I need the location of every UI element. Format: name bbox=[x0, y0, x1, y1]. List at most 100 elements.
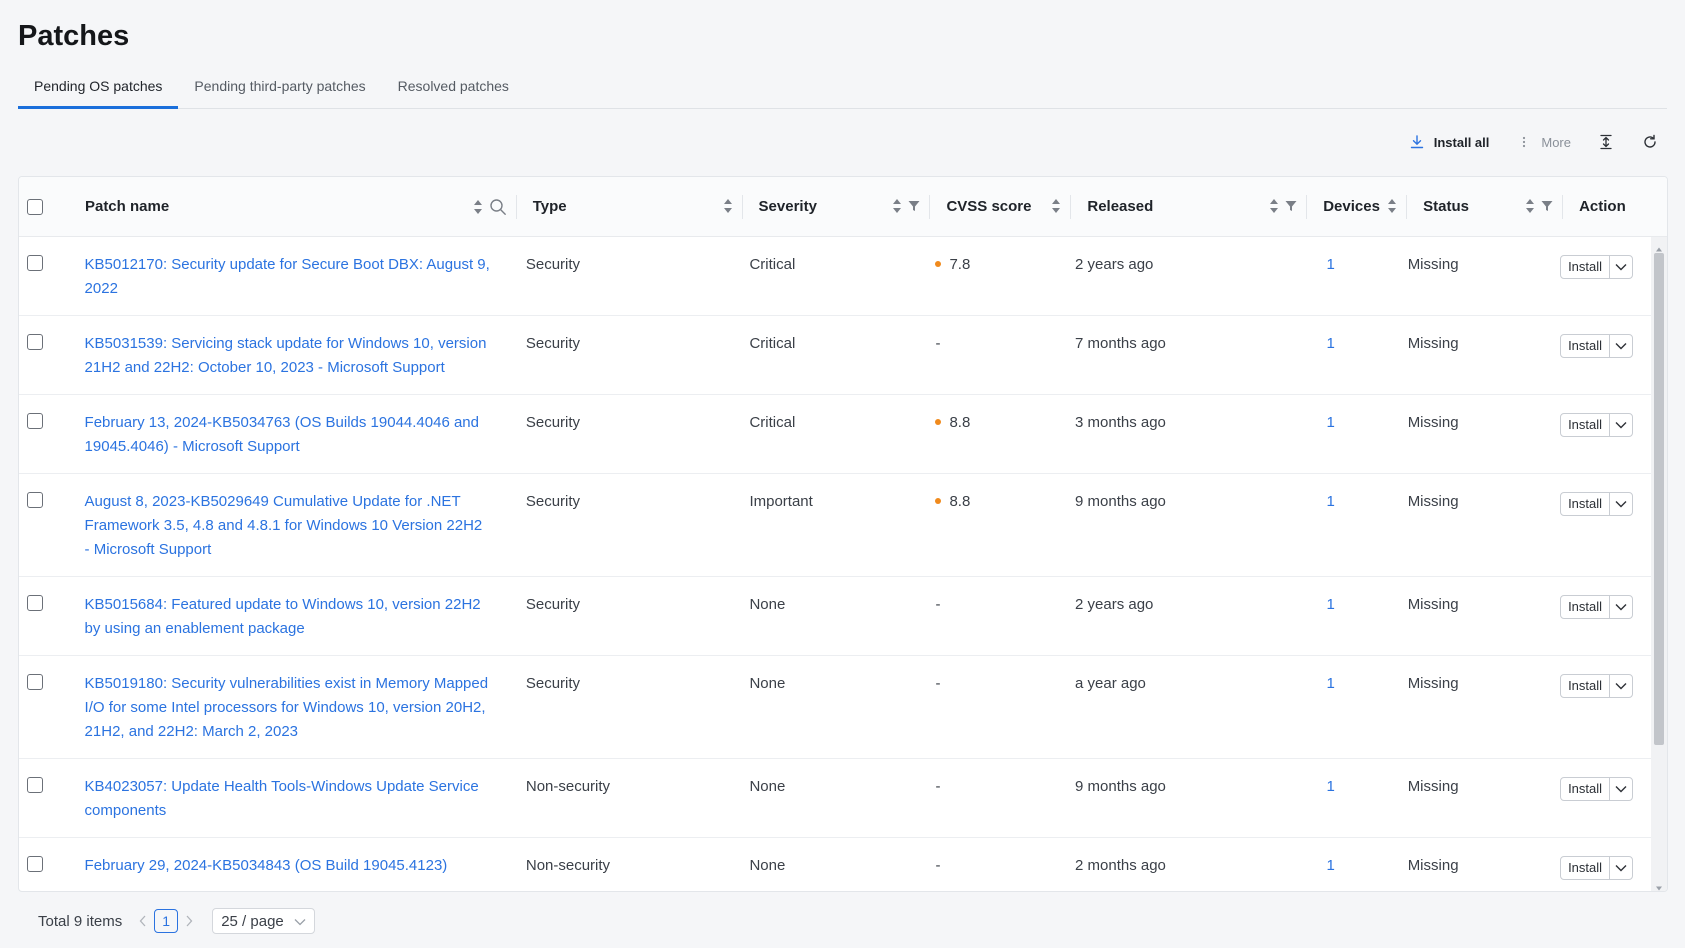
tab-pending-os-patches[interactable]: Pending OS patches bbox=[18, 72, 179, 109]
install-button[interactable]: Install bbox=[1561, 778, 1611, 800]
prev-page-button[interactable] bbox=[136, 915, 150, 927]
install-options-button[interactable] bbox=[1610, 335, 1632, 357]
patch-name-link[interactable]: KB5012170: Security update for Secure Bo… bbox=[85, 256, 490, 297]
refresh-button[interactable] bbox=[1641, 133, 1659, 151]
row-checkbox[interactable] bbox=[27, 595, 43, 611]
sort-icon[interactable] bbox=[1269, 198, 1279, 218]
install-button[interactable]: Install bbox=[1561, 414, 1611, 436]
table-scrollbar[interactable] bbox=[1651, 237, 1667, 891]
search-icon[interactable] bbox=[489, 198, 507, 220]
devices-count[interactable]: 1 bbox=[1294, 759, 1393, 837]
header-type[interactable]: Type bbox=[517, 177, 743, 237]
patch-name-link[interactable]: February 29, 2024-KB5034843 (OS Build 19… bbox=[85, 857, 448, 874]
devices-count[interactable]: 1 bbox=[1294, 656, 1393, 758]
page-number-current[interactable]: 1 bbox=[154, 909, 179, 933]
more-button[interactable]: More bbox=[1515, 133, 1571, 151]
devices-count[interactable]: 1 bbox=[1294, 395, 1393, 473]
row-checkbox[interactable] bbox=[27, 413, 43, 429]
tab-pending-third-party-patches[interactable]: Pending third-party patches bbox=[178, 72, 381, 109]
install-split-button: Install bbox=[1560, 595, 1634, 619]
install-options-button[interactable] bbox=[1610, 414, 1632, 436]
patch-name-link[interactable]: KB4023057: Update Health Tools-Windows U… bbox=[85, 778, 479, 819]
next-page-button[interactable] bbox=[182, 915, 196, 927]
filter-icon[interactable] bbox=[1541, 199, 1553, 216]
header-patch-name-label: Patch name bbox=[84, 198, 170, 215]
header-severity[interactable]: Severity bbox=[743, 177, 931, 237]
devices-count[interactable]: 1 bbox=[1294, 237, 1393, 315]
devices-count[interactable]: 1 bbox=[1294, 316, 1393, 394]
select-all-checkbox[interactable] bbox=[27, 198, 43, 215]
action-cell: Install bbox=[1548, 656, 1651, 758]
tab-resolved-patches[interactable]: Resolved patches bbox=[382, 72, 525, 109]
action-cell: Install bbox=[1548, 577, 1651, 655]
install-options-button[interactable] bbox=[1610, 675, 1632, 697]
install-button[interactable]: Install bbox=[1561, 596, 1611, 618]
install-options-button[interactable] bbox=[1610, 256, 1632, 278]
row-density-button[interactable] bbox=[1597, 133, 1615, 151]
table-row: February 29, 2024-KB5034843 (OS Build 19… bbox=[19, 838, 1651, 891]
install-button[interactable]: Install bbox=[1561, 675, 1611, 697]
table-row: February 13, 2024-KB5034763 (OS Builds 1… bbox=[19, 395, 1651, 474]
header-devices[interactable]: Devices bbox=[1307, 177, 1408, 237]
chevron-left-icon bbox=[139, 915, 146, 927]
sort-icon[interactable] bbox=[1387, 198, 1397, 218]
install-all-button[interactable]: Install all bbox=[1408, 133, 1489, 151]
install-options-button[interactable] bbox=[1610, 778, 1632, 800]
header-select-cell bbox=[19, 177, 67, 237]
row-checkbox[interactable] bbox=[27, 334, 43, 350]
pagination: Total 9 items 1 25 / page bbox=[38, 908, 315, 934]
sort-icon[interactable] bbox=[473, 199, 483, 219]
install-options-button[interactable] bbox=[1610, 596, 1632, 618]
install-button[interactable]: Install bbox=[1561, 335, 1611, 357]
chevron-right-icon bbox=[186, 915, 193, 927]
type-cell: Security bbox=[525, 256, 581, 273]
type-cell: Security bbox=[525, 596, 581, 613]
header-cvss-score[interactable]: CVSS score bbox=[930, 177, 1072, 237]
table-toolbar: Install all More bbox=[1382, 130, 1659, 154]
install-button[interactable]: Install bbox=[1561, 256, 1611, 278]
row-select-cell bbox=[19, 474, 67, 576]
row-checkbox[interactable] bbox=[27, 856, 43, 872]
filter-icon[interactable] bbox=[1285, 199, 1297, 216]
action-cell: Install bbox=[1548, 237, 1651, 315]
scroll-down-arrow-icon[interactable] bbox=[1655, 879, 1663, 891]
patch-name-link[interactable]: KB5031539: Servicing stack update for Wi… bbox=[85, 335, 487, 376]
scroll-thumb[interactable] bbox=[1654, 253, 1664, 745]
install-button[interactable]: Install bbox=[1561, 857, 1611, 879]
chevron-down-icon bbox=[1615, 501, 1627, 508]
row-checkbox[interactable] bbox=[27, 255, 43, 271]
scroll-up-arrow-icon[interactable] bbox=[1655, 241, 1663, 252]
sort-icon[interactable] bbox=[892, 198, 902, 218]
patch-name-link[interactable]: August 8, 2023-KB5029649 Cumulative Upda… bbox=[85, 493, 483, 558]
install-split-button: Install bbox=[1560, 856, 1634, 880]
patch-name-link[interactable]: KB5015684: Featured update to Windows 10… bbox=[85, 596, 481, 637]
install-button[interactable]: Install bbox=[1561, 493, 1611, 515]
row-checkbox[interactable] bbox=[27, 674, 43, 690]
install-split-button: Install bbox=[1560, 777, 1634, 801]
header-released[interactable]: Released bbox=[1071, 177, 1308, 237]
cvss-indicator-dot bbox=[935, 419, 942, 426]
table-row: KB5015684: Featured update to Windows 10… bbox=[19, 577, 1651, 656]
sort-icon[interactable] bbox=[723, 198, 733, 218]
row-select-cell bbox=[19, 237, 67, 315]
devices-count[interactable]: 1 bbox=[1294, 838, 1393, 891]
row-select-cell bbox=[19, 316, 67, 394]
install-options-button[interactable] bbox=[1610, 857, 1632, 879]
cvss-value: - bbox=[935, 778, 941, 795]
devices-count[interactable]: 1 bbox=[1294, 577, 1393, 655]
header-patch-name[interactable]: Patch name bbox=[67, 177, 517, 237]
chevron-down-icon bbox=[1615, 786, 1627, 793]
header-status[interactable]: Status bbox=[1407, 177, 1564, 237]
filter-icon[interactable] bbox=[908, 199, 920, 216]
sort-icon[interactable] bbox=[1525, 198, 1535, 218]
patch-name-link[interactable]: KB5019180: Security vulnerabilities exis… bbox=[85, 675, 489, 740]
row-select-cell bbox=[19, 656, 67, 758]
page-size-select[interactable]: 25 / page bbox=[212, 908, 315, 934]
row-checkbox[interactable] bbox=[27, 492, 43, 508]
row-checkbox[interactable] bbox=[27, 777, 43, 793]
sort-icon[interactable] bbox=[1051, 198, 1061, 218]
devices-count[interactable]: 1 bbox=[1294, 474, 1393, 576]
patch-name-link[interactable]: February 13, 2024-KB5034763 (OS Builds 1… bbox=[85, 414, 479, 455]
install-options-button[interactable] bbox=[1610, 493, 1632, 515]
table-row: KB5012170: Security update for Secure Bo… bbox=[19, 237, 1651, 316]
